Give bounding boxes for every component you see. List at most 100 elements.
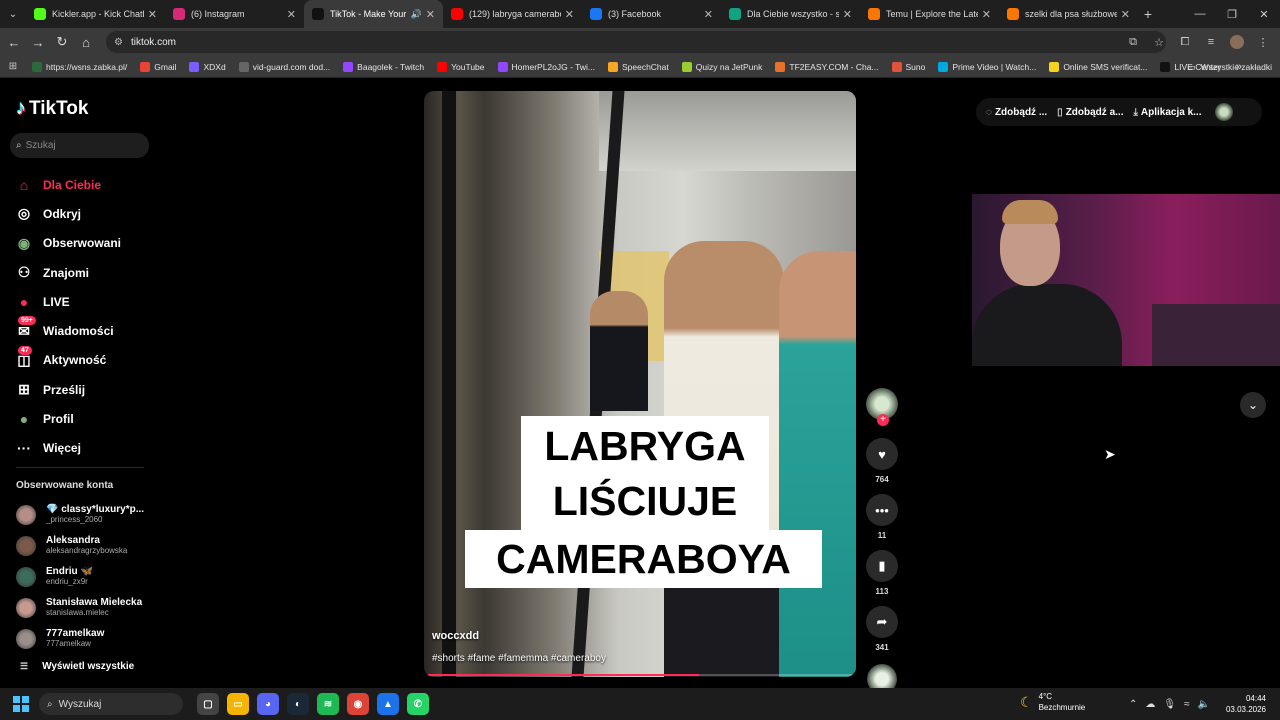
creator-avatar[interactable]: +: [866, 388, 898, 426]
all-bookmarks[interactable]: ▭ Wszystkie zakładki: [1188, 56, 1272, 78]
bookmark-item[interactable]: TF2EASY.COM - Cha...: [775, 61, 879, 72]
microphone-icon[interactable]: 🎙: [1163, 699, 1176, 710]
browser-tab[interactable]: (3) Facebook ✕: [582, 0, 721, 28]
chrome-menu-icon[interactable]: ⋮: [1250, 36, 1276, 49]
close-tab-icon[interactable]: ✕: [982, 8, 991, 21]
tab-audio-icon[interactable]: 🔊: [411, 9, 422, 20]
browser-tab[interactable]: Kickler.app - Kick Chatbot ✕: [26, 0, 165, 28]
followed-account[interactable]: Endriu 🦋 endriu_zx9r: [16, 561, 144, 592]
chrome-icon[interactable]: ◉: [347, 693, 369, 715]
close-tab-icon[interactable]: ✕: [1121, 8, 1130, 21]
new-tab-button[interactable]: +: [1138, 6, 1158, 22]
back-icon[interactable]: ←: [2, 35, 26, 50]
bookmark-item[interactable]: Suno: [891, 61, 925, 72]
followed-account[interactable]: Stanisława Mielecka stanislawa.mielec: [16, 592, 144, 623]
bookmark-item[interactable]: YouTube: [437, 61, 485, 72]
next-video-chevron-down-icon[interactable]: ⌄: [1240, 392, 1266, 418]
bookmark-item[interactable]: Baagolek - Twitch: [343, 61, 424, 72]
bookmark-star-icon[interactable]: ☆: [1146, 36, 1172, 49]
video-player[interactable]: LABRYGA LIŚCIUJE CAMERABOYA woccxdd #sho…: [424, 91, 856, 677]
install-app-icon[interactable]: ⧉: [1120, 36, 1146, 49]
video-author[interactable]: woccxdd: [432, 630, 479, 642]
bookmark-item[interactable]: Online SMS verificat...: [1049, 61, 1147, 72]
extensions-icon[interactable]: ⧠: [1172, 36, 1198, 49]
bookmark-item[interactable]: vid-guard.com dod...: [238, 61, 330, 72]
browser-tab[interactable]: Temu | Explore the Latest ✕: [860, 0, 999, 28]
maximize-icon[interactable]: ❐: [1216, 8, 1248, 21]
volume-icon[interactable]: 🔈: [1198, 699, 1210, 710]
clock[interactable]: 04:44 03.03.2026: [1226, 693, 1266, 715]
heart-icon[interactable]: ♥: [866, 438, 898, 470]
close-tab-icon[interactable]: ✕: [704, 8, 713, 21]
file-explorer-icon[interactable]: ▭: [227, 693, 249, 715]
sidebar-item-profile[interactable]: ● Profil: [14, 404, 121, 433]
apps-grid-icon[interactable]: ⊞: [0, 61, 26, 72]
forward-icon[interactable]: →: [26, 35, 50, 50]
reload-icon[interactable]: ↻: [50, 34, 74, 50]
browser-tab[interactable]: Dla Ciebie wszystko - spra ✕: [721, 0, 860, 28]
close-tab-icon[interactable]: ✕: [565, 8, 574, 21]
sidebar-item-following[interactable]: ◉ Obserwowani: [14, 229, 121, 258]
followed-account[interactable]: 💎 classy*luxury*p... _princess_2060: [16, 499, 144, 530]
minimize-icon[interactable]: —: [1184, 8, 1216, 20]
browser-tab[interactable]: (129) labryga cameraboy ✕: [443, 0, 582, 28]
followed-account[interactable]: 777amelkaw 777amelkaw: [16, 623, 144, 654]
sidebar-item-messages[interactable]: ✉ Wiadomości 99+: [14, 316, 121, 345]
site-info-icon[interactable]: ⚙: [114, 37, 123, 48]
tray-chevron-up-icon[interactable]: ⌃: [1129, 699, 1137, 710]
close-window-icon[interactable]: ✕: [1248, 8, 1280, 21]
steam-icon[interactable]: ◐: [287, 693, 309, 715]
save-action[interactable]: ▮ 113: [864, 550, 900, 596]
url-input[interactable]: ⚙ tiktok.com: [106, 31, 1166, 53]
close-tab-icon[interactable]: ✕: [287, 8, 296, 21]
taskbar-search-input[interactable]: ⌕ Wyszukaj: [39, 693, 183, 715]
video-hashtags[interactable]: #shorts #fame #famemma #cameraboy: [432, 653, 606, 664]
see-all-button[interactable]: ☰ Wyświetl wszystkie: [20, 661, 134, 672]
bookmark-item[interactable]: Prime Video | Watch...: [938, 61, 1036, 72]
whatsapp-icon[interactable]: ✆: [407, 693, 429, 715]
browser-tab[interactable]: TikTok - Make Your Day🔊 ✕: [304, 0, 443, 28]
share-action[interactable]: ➦ 341: [864, 606, 900, 652]
tab-search-icon[interactable]: ⌄: [0, 0, 26, 28]
tiktok-logo[interactable]: ♪ TikTok: [16, 97, 88, 120]
close-tab-icon[interactable]: ✕: [426, 8, 435, 21]
windows-start-icon[interactable]: [13, 696, 29, 712]
top-button[interactable]: ⤓ Aplikacja k...: [1133, 107, 1201, 118]
search-input[interactable]: ⌕ Szukaj: [10, 133, 149, 158]
media-icon[interactable]: ≡: [1198, 36, 1224, 48]
like-action[interactable]: ♥ 764: [864, 438, 900, 484]
followed-account[interactable]: Aleksandra aleksandragrzybowska: [16, 530, 144, 561]
user-avatar[interactable]: [1215, 103, 1234, 121]
sidebar-item-compass[interactable]: ◎ Odkryj: [14, 199, 121, 228]
comment-icon[interactable]: •••: [866, 494, 898, 526]
sidebar-item-friends[interactable]: ⚇ Znajomi: [14, 258, 121, 287]
weather-widget[interactable]: ☾ 4°C Bezchmurnie: [1020, 691, 1085, 713]
share-icon[interactable]: ➦: [866, 606, 898, 638]
bookmark-item[interactable]: XDXd: [189, 61, 226, 72]
discord-icon[interactable]: ◕: [257, 693, 279, 715]
close-tab-icon[interactable]: ✕: [843, 8, 852, 21]
onedrive-icon[interactable]: ☁: [1145, 699, 1155, 710]
top-button[interactable]: ◌ Zdobądź ...: [986, 107, 1047, 118]
profile-avatar[interactable]: [1230, 35, 1244, 49]
browser-tab[interactable]: szelki dla psa służbowego ✕: [999, 0, 1138, 28]
bookmark-item[interactable]: HomerPL2oJG - Twi...: [497, 61, 595, 72]
follow-plus-icon[interactable]: +: [877, 414, 889, 426]
wifi-icon[interactable]: ≈: [1184, 699, 1190, 710]
video-progress-bar[interactable]: [428, 674, 852, 676]
sidebar-item-activity[interactable]: ◫ Aktywność 47: [14, 345, 121, 375]
sidebar-item-home[interactable]: ⌂ Dla Ciebie: [14, 170, 121, 199]
browser-tab[interactable]: (6) Instagram ✕: [165, 0, 304, 28]
sidebar-item-upload[interactable]: ⊞ Prześlij: [14, 375, 121, 404]
close-tab-icon[interactable]: ✕: [148, 8, 157, 21]
top-button[interactable]: ▯ Zdobądź a...: [1057, 107, 1123, 118]
sidebar-item-live[interactable]: ● LIVE: [14, 287, 121, 316]
bookmark-icon[interactable]: ▮: [866, 550, 898, 582]
comment-action[interactable]: ••• 11: [864, 494, 900, 540]
bookmark-item[interactable]: Quizy na JetPunk: [681, 61, 762, 72]
bookmark-item[interactable]: Gmail: [140, 61, 176, 72]
task-view-icon[interactable]: ▢: [197, 693, 219, 715]
spotify-icon[interactable]: ≋: [317, 693, 339, 715]
home-button-icon[interactable]: ⌂: [74, 35, 98, 50]
sidebar-item-more[interactable]: ··· Więcej: [14, 434, 121, 463]
